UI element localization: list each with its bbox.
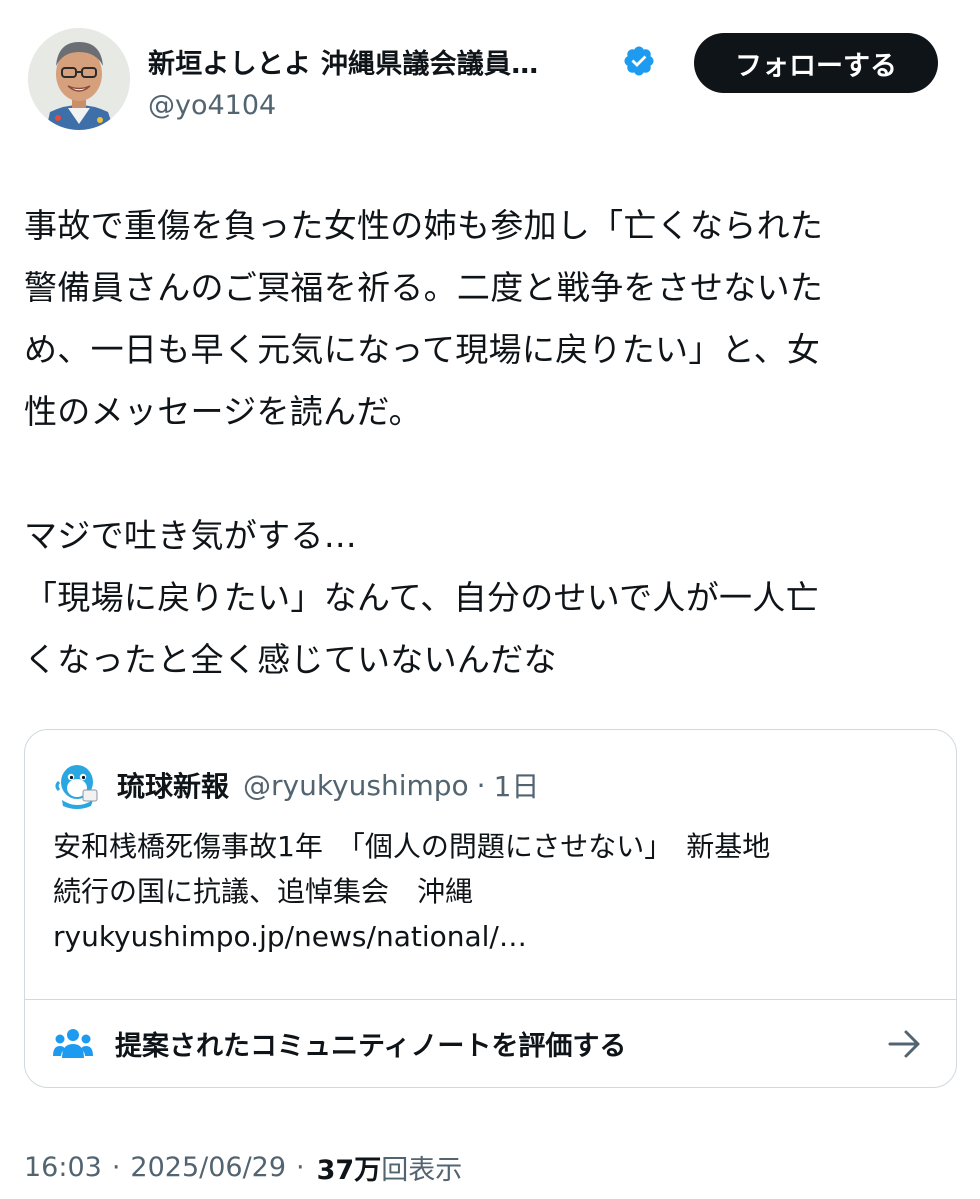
quoted-link[interactable]: ryukyushimpo.jp/news/national/…	[53, 914, 933, 959]
tweet-line: マジで吐き気がする…	[24, 516, 357, 555]
separator-dot: ·	[296, 1152, 305, 1183]
arrow-right-icon[interactable]	[887, 1028, 923, 1060]
follow-button[interactable]: フォローする	[694, 33, 938, 93]
tweet-date[interactable]: 2025/06/29	[130, 1152, 286, 1183]
tweet-line: 警備員さんのご冥福を祈る。二度と戦争をさせないた	[24, 268, 824, 307]
separator-dot: ·	[111, 1152, 121, 1183]
quoted-tweet-text: 安和桟橋死傷事故1年 「個人の問題にさせない」 新基地 続行の国に抗議、追悼集会…	[53, 824, 933, 959]
community-note-label: 提案されたコミュニティノートを評価する	[115, 1031, 627, 1062]
tweet-line: 「現場に戻りたい」なんて、自分のせいで人が一人亡	[24, 578, 819, 617]
author-handle[interactable]: @yo4104	[148, 90, 276, 121]
tweet-meta: 16:03 · 2025/06/29 · 37万 回表示	[24, 1148, 462, 1187]
quoted-tweet-header: 琉球新報 @ryukyushimpo · 1日	[53, 760, 539, 810]
tweet-line: 事故で重傷を負った女性の姉も参加し「亡くなられた	[24, 206, 824, 245]
quoted-tweet-time[interactable]: 1日	[494, 765, 540, 805]
tweet-page: 新垣よしとよ 沖縄県議会議員… @yo4104 フォローする 事故で重傷を負った…	[0, 0, 980, 1199]
tweet-line: くなったと全く感じていないんだな	[24, 640, 557, 679]
views-label: 回表示	[381, 1155, 463, 1186]
community-note-prompt[interactable]: 提案されたコミュニティノートを評価する	[25, 999, 956, 1087]
author-avatar[interactable]	[28, 28, 130, 130]
quoted-line: 続行の国に抗議、追悼集会 沖縄	[53, 875, 474, 908]
quoted-author-handle[interactable]: @ryukyushimpo	[243, 769, 469, 802]
verified-badge-icon	[624, 46, 654, 76]
tweet-line: 性のメッセージを読んだ。	[24, 392, 422, 431]
quoted-line: 安和桟橋死傷事故1年 「個人の問題にさせない」 新基地	[53, 830, 771, 863]
community-people-icon	[53, 1029, 93, 1058]
author-display-name[interactable]: 新垣よしとよ 沖縄県議会議員…	[148, 42, 538, 81]
ryukyushimpo-mascot-icon[interactable]	[53, 760, 103, 810]
quoted-tweet-card[interactable]: 琉球新報 @ryukyushimpo · 1日 安和桟橋死傷事故1年 「個人の問…	[24, 729, 957, 1088]
views-count: 37万	[316, 1155, 382, 1186]
separator-dot: ·	[476, 768, 486, 802]
quoted-author-name[interactable]: 琉球新報	[117, 765, 229, 805]
tweet-line: め、一日も早く元気になって現場に戻りたい」と、女	[24, 330, 821, 369]
tweet-time[interactable]: 16:03	[24, 1152, 102, 1183]
tweet-text: 事故で重傷を負った女性の姉も参加し「亡くなられた 警備員さんのご冥福を祈る。二度…	[24, 195, 959, 691]
